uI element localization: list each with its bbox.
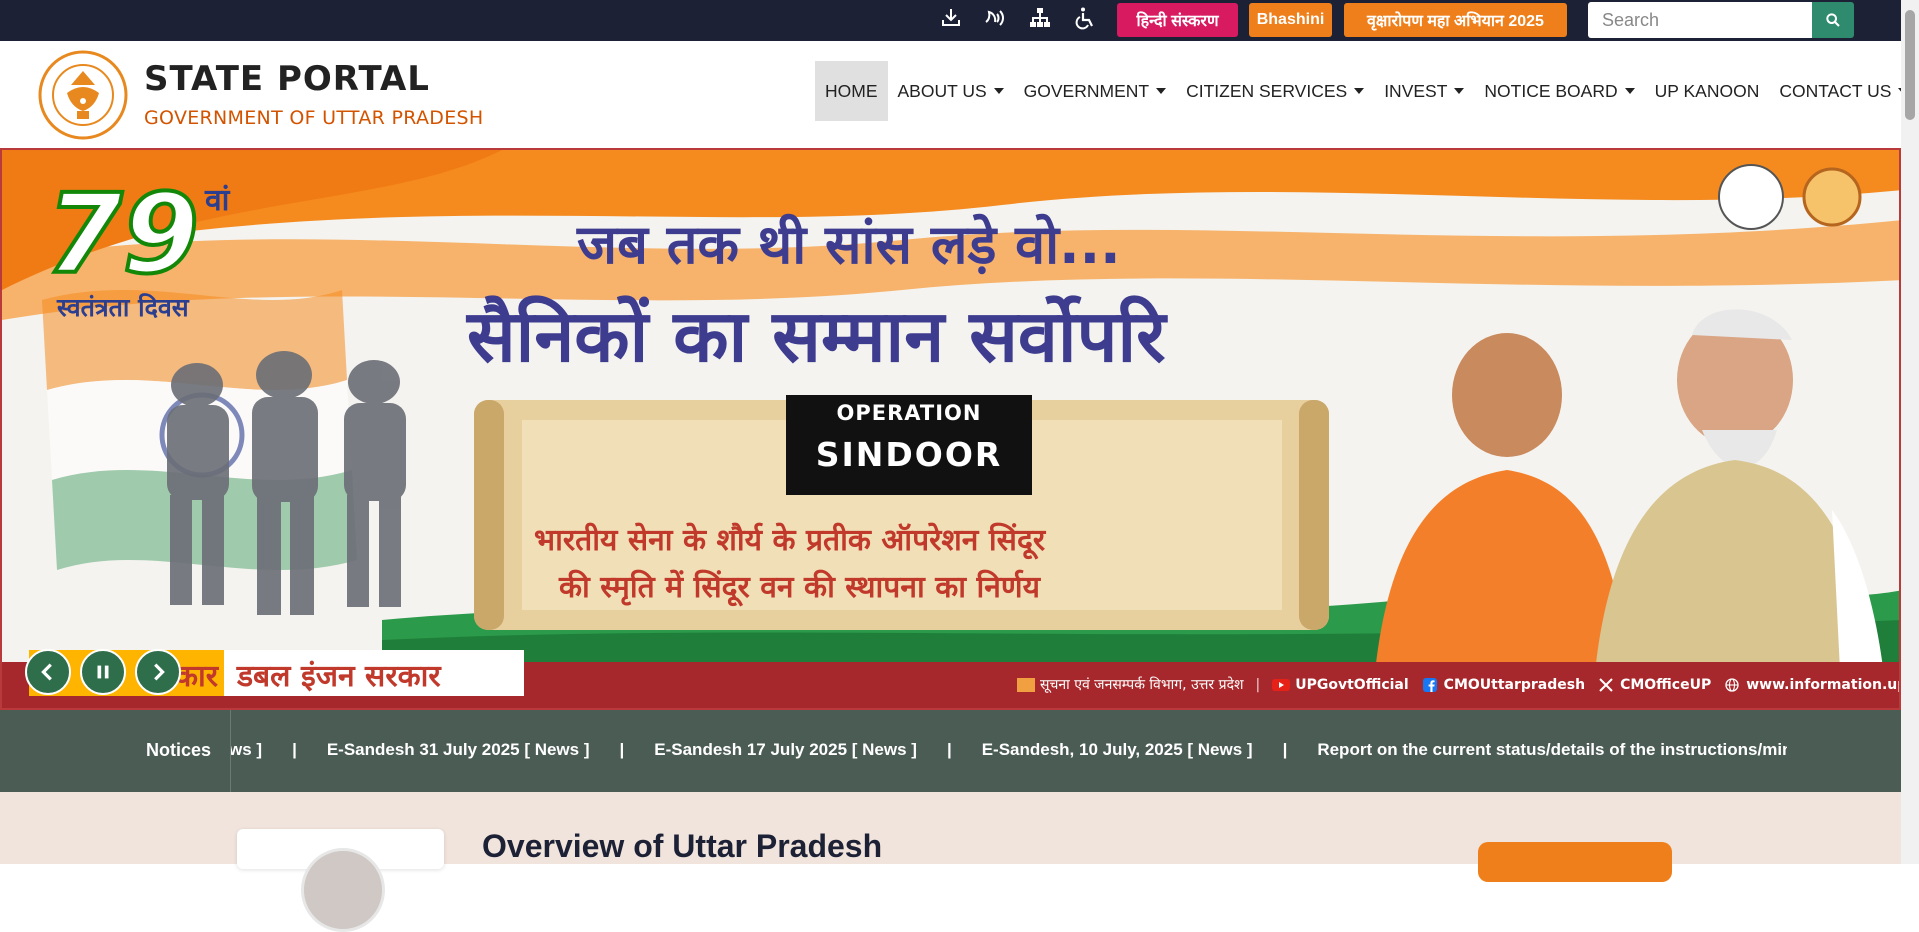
- operation-label: OPERATION: [836, 401, 982, 425]
- nav-label: ABOUT US: [897, 80, 987, 101]
- hero-banner-slider[interactable]: 79 वां स्वतंत्रता दिवस जब तक थी सांस लड़…: [0, 148, 1901, 710]
- profile-photo: [301, 848, 385, 932]
- nav-label: NOTICE BOARD: [1484, 80, 1618, 101]
- independence-day-text: स्वतंत्रता दिवस: [57, 293, 189, 322]
- credit-dept-text: सूचना एवं जनसम्पर्क विभाग, उत्तर प्रदेश: [1040, 677, 1244, 693]
- accessibility-icon[interactable]: [1071, 4, 1099, 32]
- sindoor-label: SINDOOR: [815, 435, 1003, 474]
- notices-label[interactable]: Notices: [146, 740, 211, 761]
- ticker-item[interactable]: Report on the current status/details of …: [1317, 740, 1787, 760]
- double-engine-left-text: कार: [175, 659, 219, 694]
- nav-invest[interactable]: INVEST: [1374, 61, 1474, 121]
- site-title[interactable]: STATE PORTAL: [144, 59, 430, 99]
- credit-web-text: www.information.up.gov.in: [1746, 676, 1899, 693]
- audio-icon[interactable]: [981, 4, 1009, 32]
- caret-down-icon: [1354, 88, 1365, 94]
- double-engine-text: डबल इंजन सरकार: [237, 659, 441, 694]
- up-emblem-logo[interactable]: [37, 49, 129, 141]
- nav-label: HOME: [825, 80, 878, 101]
- nav-citizen-services[interactable]: CITIZEN SERVICES: [1176, 61, 1374, 121]
- nav-notice-board[interactable]: NOTICE BOARD: [1474, 61, 1644, 121]
- scrollbar-thumb[interactable]: [1905, 10, 1915, 120]
- credit-facebook: CMOUttarpradesh: [1421, 677, 1585, 693]
- chevron-left-icon: [41, 663, 52, 681]
- youtube-icon: [1272, 678, 1291, 691]
- ticker-item[interactable]: E-Sandesh 31 July 2025 [ News ]: [327, 740, 590, 760]
- credit-web: www.information.up.gov.in: [1723, 676, 1899, 693]
- ticker-separator: |: [292, 740, 297, 759]
- chevron-right-icon: [154, 663, 165, 681]
- search-icon: [1826, 13, 1840, 27]
- page-scrollbar[interactable]: [1901, 0, 1919, 864]
- caret-down-icon: [1624, 88, 1635, 94]
- caret-down-icon: [1454, 88, 1465, 94]
- notices-ticker-bar: Notices ws ] | E-Sandesh 31 July 2025 [ …: [0, 710, 1901, 792]
- ticker-item[interactable]: E-Sandesh 17 July 2025 [ News ]: [654, 740, 917, 760]
- dept-logo-icon: [1017, 677, 1035, 692]
- overview-title: Overview of Uttar Pradesh: [482, 828, 883, 864]
- nav-label: INVEST: [1384, 80, 1448, 101]
- ticker-separator: |: [1282, 740, 1288, 759]
- operation-sindoor-logo: OPERATION SINDOOR: [786, 395, 1032, 495]
- pause-icon: [97, 665, 109, 679]
- ticker-track: ws ] | E-Sandesh 31 July 2025 [ News ] |…: [231, 740, 1787, 760]
- caret-down-icon: [1156, 88, 1167, 94]
- top-utility-bar: हिन्दी संस्करण Bhashini वृक्षारोपण महा अ…: [0, 0, 1919, 41]
- site-subtitle: GOVERNMENT OF UTTAR PRADESH: [144, 107, 484, 129]
- bhashini-button[interactable]: Bhashini: [1249, 3, 1332, 37]
- credit-x: CMOfficeUP: [1597, 677, 1711, 693]
- slider-pause-button[interactable]: [80, 649, 126, 695]
- download-icon[interactable]: [937, 4, 965, 32]
- ticker-separator: |: [946, 740, 952, 759]
- profile-card: [237, 829, 444, 932]
- nav-home[interactable]: HOME: [815, 61, 888, 121]
- credit-dept: सूचना एवं जनसम्पर्क विभाग, उत्तर प्रदेश: [1017, 675, 1244, 694]
- credit-youtube-text: UPGovtOfficial: [1295, 676, 1409, 693]
- nav-about-us[interactable]: ABOUT US: [888, 61, 1014, 121]
- slider-next-button[interactable]: [135, 649, 181, 695]
- anniversary-number: 79: [44, 168, 201, 300]
- ticker-item[interactable]: ws ]: [231, 740, 262, 760]
- caret-down-icon: [993, 88, 1004, 94]
- globe-icon: [1725, 677, 1739, 692]
- nav-government[interactable]: GOVERNMENT: [1014, 61, 1176, 121]
- nav-label: CITIZEN SERVICES: [1186, 80, 1348, 101]
- nav-contact-us[interactable]: CONTACT US: [1769, 61, 1918, 121]
- credit-x-text: CMOfficeUP: [1620, 676, 1712, 693]
- search-input[interactable]: [1588, 2, 1812, 38]
- nav-label: UP KANOON: [1654, 80, 1760, 101]
- credit-youtube: UPGovtOfficial: [1272, 676, 1409, 693]
- orange-info-card[interactable]: [1478, 842, 1672, 882]
- slider-prev-button[interactable]: [25, 649, 71, 695]
- facebook-icon: [1422, 677, 1437, 692]
- site-header: STATE PORTAL GOVERNMENT OF UTTAR PRADESH…: [0, 41, 1919, 148]
- banner-headline-1: जब तक थी सांस लड़े वो...: [577, 213, 1121, 276]
- ticker-item[interactable]: E-Sandesh, 10 July, 2025 [ News ]: [982, 740, 1253, 760]
- nav-up-kanoon[interactable]: UP KANOON: [1645, 61, 1770, 121]
- nav-label: CONTACT US: [1779, 80, 1892, 101]
- banner-credits: सूचना एवं जनसम्पर्क विभाग, उत्तर प्रदेश …: [1017, 675, 1899, 694]
- main-navigation: HOME ABOUT US GOVERNMENT CITIZEN SERVICE…: [815, 61, 1918, 121]
- sitemap-icon[interactable]: [1026, 4, 1054, 32]
- scroll-text-line-1: भारतीय सेना के शौर्य के प्रतीक ऑपरेशन सि…: [534, 523, 1046, 558]
- overview-section: Overview of Uttar Pradesh: [0, 792, 1901, 932]
- scroll-text-line-2: की स्मृति में सिंदूर वन की स्थापना का नि…: [559, 570, 1040, 605]
- ticker-separator: |: [619, 740, 625, 759]
- plantation-campaign-button[interactable]: वृक्षारोपण महा अभियान 2025: [1344, 3, 1567, 37]
- anniversary-suffix: वां: [205, 183, 230, 218]
- search-button[interactable]: [1812, 2, 1854, 38]
- banner-headline-2: सैनिकों का सम्मान सर्वोपरि: [467, 294, 1166, 378]
- credit-separator: |: [1255, 676, 1261, 693]
- x-icon: [1599, 677, 1613, 692]
- hindi-version-button[interactable]: हिन्दी संस्करण: [1117, 3, 1238, 37]
- nav-label: GOVERNMENT: [1023, 80, 1150, 101]
- notices-ticker: ws ] | E-Sandesh 31 July 2025 [ News ] |…: [231, 710, 1787, 792]
- credit-facebook-text: CMOUttarpradesh: [1443, 676, 1586, 693]
